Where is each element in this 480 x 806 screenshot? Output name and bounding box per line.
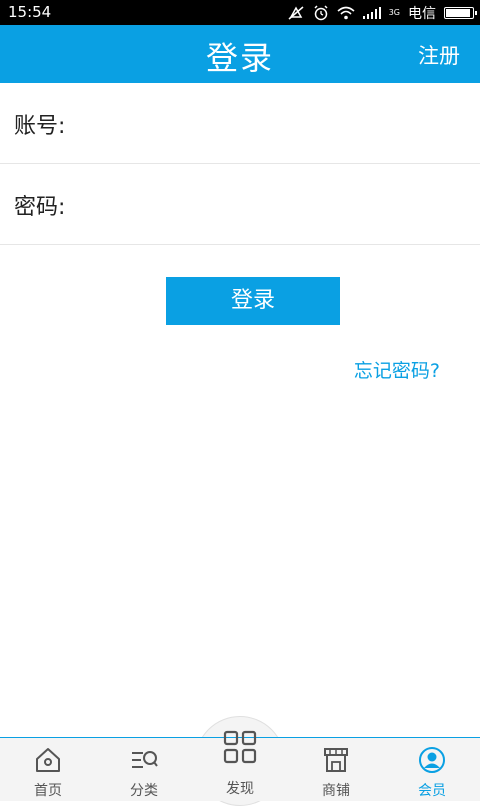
tab-category[interactable]: 分类 [96,738,192,801]
account-label: 账号: [14,114,66,139]
battery-icon [444,6,477,19]
status-time: 15:54 [8,3,52,21]
password-input[interactable] [82,183,466,225]
tab-store-label: 商铺 [322,783,350,799]
network-type: 3G [388,7,400,17]
tab-member[interactable]: 会员 [384,738,480,801]
password-label: 密码: [14,195,66,220]
wifi-icon [337,6,355,19]
tab-discover[interactable]: 发现 [192,722,288,800]
password-row: 密码: [0,165,480,245]
tab-discover-label: 发现 [226,781,254,797]
forgot-password-link[interactable]: 忘记密码? [354,356,440,383]
carrier-name: 电信 [408,5,436,22]
tab-category-label: 分类 [130,783,158,799]
signal-icon [362,6,381,19]
grid-icon [223,730,257,764]
user-icon [419,747,445,773]
silent-icon [288,5,304,20]
home-icon [36,748,60,772]
tab-store[interactable]: 商铺 [288,738,384,801]
status-bar: 15:54 3G 电信 [0,0,480,25]
tab-home[interactable]: 首页 [0,738,96,801]
register-button[interactable]: 注册 [418,40,460,70]
category-search-icon [132,751,158,768]
account-input[interactable] [82,102,466,144]
tab-home-label: 首页 [34,783,62,799]
account-row: 账号: [0,84,480,164]
store-icon [324,748,348,772]
tab-member-label: 会员 [418,783,446,799]
alarm-icon [314,4,328,20]
page-title: 登录 [205,39,274,77]
app-header: 登录 注册 [0,25,480,83]
status-icons: 3G 电信 [287,2,477,23]
login-button[interactable]: 登录 [166,277,340,325]
